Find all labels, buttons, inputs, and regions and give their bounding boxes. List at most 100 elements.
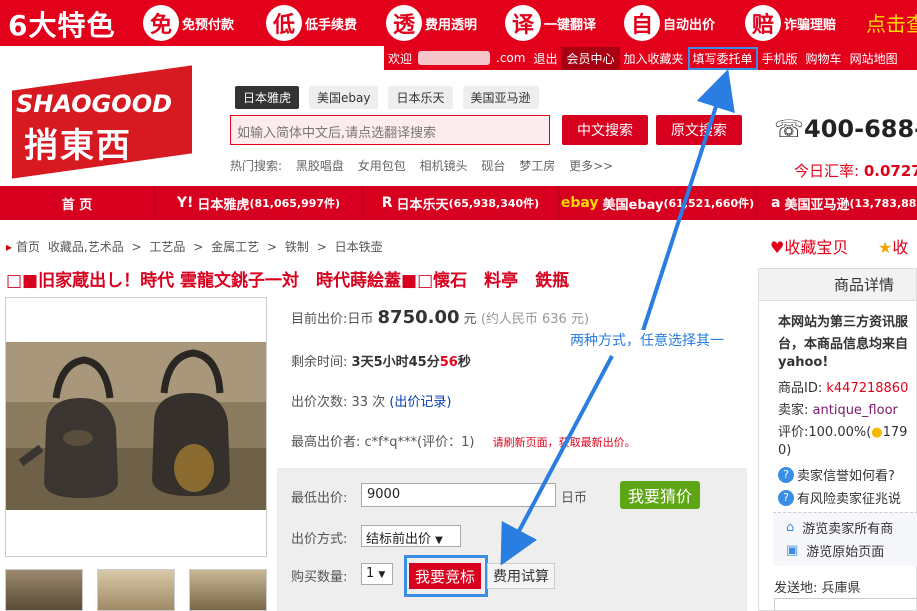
hot-term[interactable]: 梦工房 (519, 159, 555, 173)
house-icon: ⌂ (786, 520, 795, 535)
product-main-image[interactable] (5, 297, 267, 557)
rating-label: 评价:100.00%( (778, 425, 872, 440)
feature-label: 一键翻译 (544, 17, 597, 33)
hot-term[interactable]: 女用包包 (358, 159, 406, 173)
breadcrumb-item[interactable]: 首页 (16, 240, 40, 254)
original-search-button[interactable]: 原文搜索 (656, 115, 742, 145)
nav-label: 美国亚马逊 (784, 197, 850, 213)
feature-transparent: 透 费用透明 (386, 4, 477, 42)
breadcrumb-item[interactable]: 铁制 (285, 240, 309, 254)
nav-amazon[interactable]: a 美国亚马逊 (13,783,88 (757, 186, 917, 220)
feature-label: 低手续费 (305, 17, 358, 33)
favorite-button[interactable]: ♥收藏宝贝 (770, 234, 848, 258)
ship-from-box (774, 598, 917, 611)
seller-link[interactable]: antique_floor (813, 403, 898, 418)
guess-price-button[interactable]: 我要猜价 (620, 481, 700, 509)
seller-label: 卖家: (778, 403, 809, 418)
bid-amount-input[interactable]: 9000 (361, 483, 556, 507)
breadcrumb-item[interactable]: 日本铁壶 (335, 240, 383, 254)
bid-count-label: 出价次数: (291, 395, 348, 410)
bid-count-row: 出价次数: 33 次 (出价记录) (291, 391, 452, 410)
product-thumbnail[interactable] (189, 569, 267, 611)
ship-from: 发送地: 兵庫県 (774, 581, 861, 596)
browse-seller-items[interactable]: ⌂ 游览卖家所有商 (786, 518, 893, 537)
faq-risk-seller[interactable]: ? 有风险卖家征兆说 (778, 488, 901, 507)
tab-yahoo-japan[interactable]: 日本雅虎 (235, 86, 300, 109)
time-left-label: 剩余时间: (291, 355, 348, 370)
nav-yahoo-japan[interactable]: Y! 日本雅虎 (81,065,997件) (155, 186, 363, 220)
nav-label: 日本雅虎 (197, 197, 250, 213)
fee-calc-button[interactable]: 费用试算 (487, 563, 555, 589)
notice-line: 本网站为第三方资讯服 (778, 315, 909, 330)
favorite-shop-button[interactable]: ★收 (878, 234, 908, 258)
nav-count: (13,783,88 (849, 196, 917, 210)
feature-low-fee: 低 低手续费 (266, 4, 357, 42)
nav-home[interactable]: 首 页 (0, 186, 155, 220)
bid-record-link[interactable]: (出价记录) (389, 395, 451, 410)
search-tabs: 日本雅虎 美国ebay 日本乐天 美国亚马逊 (235, 86, 539, 109)
breadcrumb-item[interactable]: 金属工艺 (211, 240, 259, 254)
sitemap-link[interactable]: 网站地图 (846, 50, 902, 67)
browse-original-page[interactable]: ▣ 游览原始页面 (786, 541, 884, 560)
product-title: □■旧家蔵出し！時代 雲龍文銚子一対 時代蒔絵蓋■□懐石 料亭 鉄瓶 (6, 271, 570, 291)
rakuten-icon: R (381, 195, 393, 211)
time-left: 3天5小时45分 (351, 355, 440, 370)
question-icon: ? (778, 489, 794, 506)
details-heading: 商品详情 (759, 269, 916, 301)
quantity-select[interactable]: 1 ▼ (361, 563, 393, 585)
top-bidder-label: 最高出价者: (291, 435, 361, 450)
blurred-username (418, 51, 491, 65)
faq-seller-credit[interactable]: ? 卖家信誉如何看? (778, 465, 895, 484)
rating-close: 0) (778, 443, 792, 458)
hot-term[interactable]: 砚台 (481, 159, 505, 173)
site-logo[interactable]: SHAOGOOD 捎東西 (6, 65, 198, 179)
hot-term[interactable]: 黑胶唱盘 (296, 159, 344, 173)
logout-link[interactable]: 退出 (529, 50, 561, 67)
chevron-down-icon: ▼ (378, 570, 386, 580)
breadcrumb-item[interactable]: 收藏品,艺术品 (48, 240, 124, 254)
hot-term[interactable]: 相机镜头 (420, 159, 468, 173)
search-input[interactable]: 如输入简体中文后,请点选翻译搜索 (230, 115, 550, 145)
nav-rakuten[interactable]: R 日本乐天 (65,938,340件) (363, 186, 559, 220)
product-thumbnail[interactable] (5, 569, 83, 611)
more-link[interactable]: 更多>> (569, 159, 613, 173)
tab-ebay[interactable]: 美国ebay (309, 86, 379, 109)
add-favorite-link[interactable]: 加入收藏夹 (620, 50, 688, 67)
tab-rakuten[interactable]: 日本乐天 (388, 86, 453, 109)
rmb-price: (约人民币 636 元) (480, 312, 590, 327)
time-left-sec-unit: 秒 (457, 355, 471, 370)
mobile-link[interactable]: 手机版 (758, 50, 802, 67)
heart-icon: ♥ (770, 238, 785, 257)
current-price-row: 目前出价:日币 8750.00 元 (约人民币 636 元) (291, 307, 589, 328)
member-center-link[interactable]: 会员中心 (561, 46, 620, 70)
top-bidder: c*f*q***(评价：1) (364, 435, 475, 450)
bid-method-label: 出价方式: (291, 532, 348, 547)
bid-method-select[interactable]: 结标前出价 ▼ (361, 525, 461, 547)
item-id: k447218860 (826, 381, 909, 396)
current-price: 8750.00 (377, 307, 460, 328)
breadcrumb-item[interactable]: 工艺品 (149, 240, 185, 254)
phone-icon: ☏ (774, 115, 805, 143)
nav-ebay[interactable]: ebay 美国ebay (61,521,660件) (559, 186, 757, 220)
banner-cta[interactable]: 点击查 (866, 8, 917, 37)
rating-value: 179 (882, 425, 908, 440)
fill-order-link[interactable]: 填写委托单 (687, 46, 758, 70)
yahoo-icon: Y! (176, 195, 194, 211)
rating-row: 评价:100.00%(●179 (778, 421, 907, 440)
logo-en: SHAOGOOD (16, 90, 173, 118)
browse-text: 游览原始页面 (806, 545, 885, 560)
rate-label: 今日汇率: (794, 162, 860, 180)
item-id-label: 商品ID: (778, 381, 823, 396)
feature-icon: 赔 (745, 5, 781, 41)
nav-count: (65,938,340件) (448, 197, 540, 210)
min-price-label: 最低出价: (291, 491, 348, 506)
tab-amazon[interactable]: 美国亚马逊 (462, 86, 539, 109)
chinese-search-button[interactable]: 中文搜索 (562, 115, 648, 145)
star-icon: ★ (878, 238, 893, 257)
user-bar: 欢迎 .com 退出 会员中心 加入收藏夹 填写委托单 手机版 购物车 网站地图 (384, 46, 917, 70)
bid-button[interactable]: 我要竞标 (409, 563, 481, 589)
hot-label: 热门搜索: (230, 159, 283, 173)
cart-link[interactable]: 购物车 (802, 50, 846, 67)
annotation-text: 两种方式，任意选择其一 (568, 330, 726, 350)
product-thumbnail[interactable] (97, 569, 175, 611)
